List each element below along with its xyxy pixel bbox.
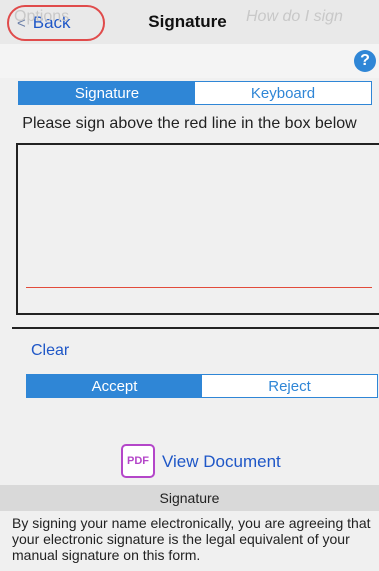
tab-signature[interactable]: Signature — [19, 82, 195, 104]
how-to-sign-link[interactable]: How do I sign — [246, 8, 343, 26]
signature-baseline-red — [26, 287, 372, 288]
page-title: Signature — [148, 12, 227, 31]
legal-disclaimer: By signing your name electronically, you… — [12, 515, 371, 563]
options-row — [0, 44, 379, 78]
clear-button[interactable]: Clear — [31, 342, 69, 360]
signature-pad-bottom-border — [12, 327, 379, 329]
signature-mode-segmented-control: Signature Keyboard — [18, 81, 372, 105]
tab-keyboard[interactable]: Keyboard — [195, 82, 371, 104]
help-icon[interactable]: ? — [354, 50, 376, 72]
accept-button[interactable]: Accept — [27, 375, 202, 397]
signature-pad[interactable] — [16, 143, 379, 315]
view-document-link[interactable]: View Document — [162, 452, 281, 472]
sign-instruction: Please sign above the red line in the bo… — [22, 115, 357, 132]
accept-reject-segmented-control: Accept Reject — [26, 374, 378, 398]
pdf-icon[interactable]: PDF — [121, 444, 155, 478]
reject-button[interactable]: Reject — [202, 375, 377, 397]
footer-title: Signature — [159, 490, 220, 506]
options-label[interactable]: Options — [14, 8, 69, 26]
